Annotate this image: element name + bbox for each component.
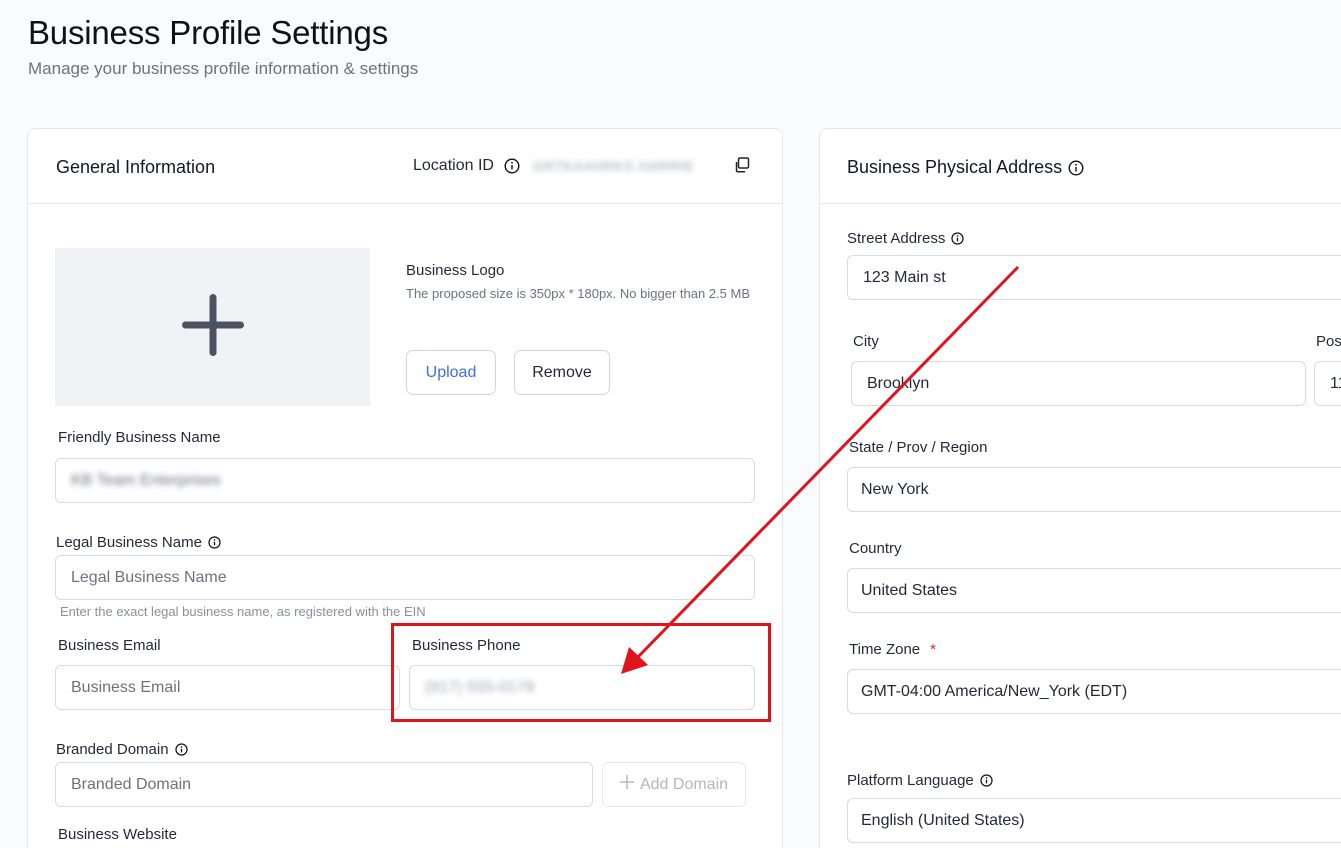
logo-upload-area[interactable] [55,248,370,406]
time-zone-select[interactable]: GMT-04:00 America/New_York (EDT) [847,669,1341,714]
business-email-input[interactable]: Business Email [55,665,400,710]
info-icon[interactable] [1068,159,1084,176]
remove-button[interactable]: Remove [514,350,610,395]
upload-button[interactable]: Upload [406,350,496,395]
card-title: Business Physical Address [847,157,1084,178]
page-title: Business Profile Settings [28,14,389,51]
platform-language-select[interactable]: English (United States) [847,798,1341,843]
street-address-label: Street Address [847,230,965,247]
business-logo-hint: The proposed size is 350px * 180px. No b… [406,286,750,301]
state-select[interactable]: New York [847,467,1341,512]
business-website-label: Business Website [58,826,177,843]
card-divider [820,203,1341,204]
highlight-box [391,623,771,722]
city-label: City [853,333,879,350]
info-icon[interactable] [504,158,520,174]
city-input[interactable]: Brooklyn [851,361,1306,406]
plus-icon [619,775,634,794]
card-divider [28,203,782,204]
branded-domain-input[interactable]: Branded Domain [55,762,593,807]
postal-code-label: Pos [1316,333,1341,350]
legal-business-name-help: Enter the exact legal business name, as … [60,604,426,619]
info-icon[interactable] [980,774,993,787]
postal-code-input[interactable]: 11 [1314,361,1341,406]
state-label: State / Prov / Region [849,439,988,456]
street-address-input[interactable]: 123 Main st [847,255,1341,300]
legal-business-name-label: Legal Business Name [56,534,221,551]
country-select[interactable]: United States [847,568,1341,613]
location-id-value: GRTKAAHRKS HARRIE [533,158,695,174]
platform-language-label: Platform Language [847,772,993,789]
time-zone-label: Time Zone * [849,641,936,658]
branded-domain-label: Branded Domain [56,741,188,758]
info-icon[interactable] [208,536,221,549]
card-title: General Information [56,157,216,177]
friendly-business-name-input[interactable]: KB Team Enterprises [55,458,755,503]
info-icon[interactable] [174,743,188,756]
business-email-label: Business Email [58,637,161,654]
business-logo-title: Business Logo [406,262,505,279]
legal-business-name-input[interactable]: Legal Business Name [55,555,755,600]
plus-icon [181,293,244,361]
info-icon[interactable] [951,232,965,245]
country-label: Country [849,540,902,557]
required-mark: * [930,641,936,658]
copy-icon[interactable] [733,156,751,174]
friendly-business-name-label: Friendly Business Name [58,429,221,446]
location-id-label: Location ID [413,157,520,175]
add-domain-button[interactable]: Add Domain [602,762,746,807]
page-subtitle: Manage your business profile information… [28,59,419,78]
